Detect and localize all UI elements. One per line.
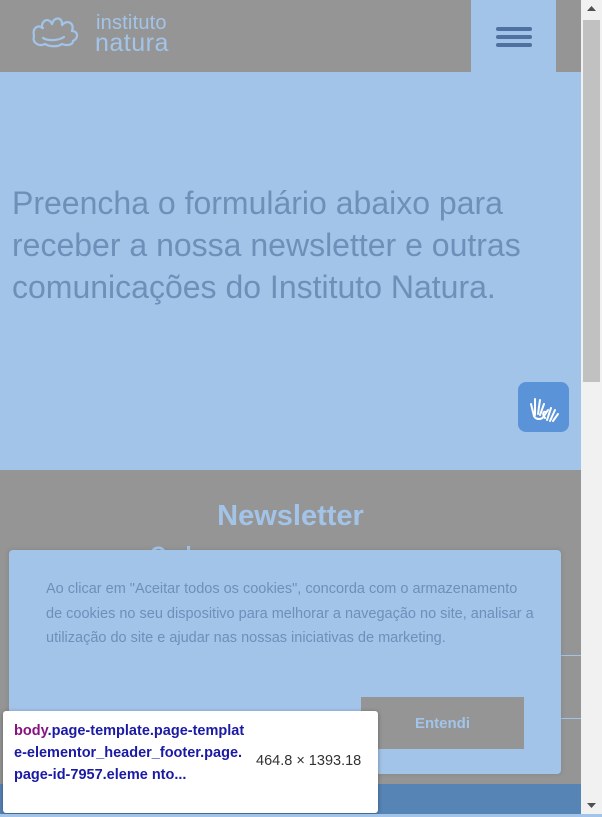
tooltip-size: 464.8 × 1393.18 bbox=[256, 753, 362, 769]
cookie-banner-text: Ao clicar em "Aceitar todos os cookies",… bbox=[46, 581, 534, 646]
hero-heading: Preencha o formulário abaixo para recebe… bbox=[12, 185, 521, 305]
devtools-element-tooltip: body.page-template.page-template-element… bbox=[3, 711, 378, 813]
page: instituto natura Preencha o formulário a… bbox=[0, 0, 581, 814]
scroll-down-button[interactable] bbox=[581, 797, 602, 814]
scroll-down-arrow-icon bbox=[587, 803, 596, 808]
logo-text-natura: natura bbox=[95, 29, 169, 57]
tooltip-tag: body bbox=[14, 723, 48, 739]
hero-section: Preencha o formulário abaixo para recebe… bbox=[0, 72, 581, 470]
logo-flower-icon bbox=[32, 17, 79, 48]
form-field-edge bbox=[560, 655, 581, 656]
sign-language-hands-icon bbox=[530, 398, 559, 422]
hamburger-menu-icon bbox=[496, 27, 532, 47]
instituto-natura-logo[interactable]: instituto natura bbox=[30, 12, 190, 57]
vertical-scrollbar[interactable] bbox=[581, 0, 602, 814]
scroll-up-button[interactable] bbox=[581, 0, 602, 17]
scroll-up-arrow-icon bbox=[587, 6, 596, 11]
accept-cookies-button[interactable]: Entendi bbox=[361, 697, 524, 749]
menu-button[interactable] bbox=[471, 0, 556, 72]
newsletter-title: Newsletter bbox=[217, 500, 364, 532]
form-field-edge bbox=[560, 718, 581, 719]
tooltip-classes: .page-template.page-template-elementor_h… bbox=[14, 723, 245, 783]
accessibility-button[interactable] bbox=[518, 382, 569, 432]
tooltip-selector: body.page-template.page-template-element… bbox=[14, 720, 246, 786]
site-header: instituto natura bbox=[0, 0, 581, 72]
scrollbar-thumb[interactable] bbox=[583, 20, 600, 382]
